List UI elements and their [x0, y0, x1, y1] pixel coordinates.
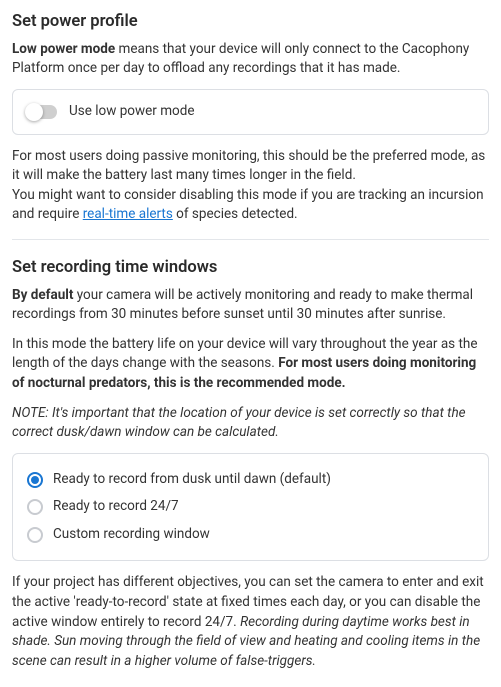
recording-desc-2: In this mode the battery life on your de… [12, 335, 489, 394]
recording-windows-heading: Set recording time windows [12, 256, 489, 280]
low-power-mode-term: Low power mode [12, 41, 115, 57]
recording-option-label: Custom recording window [53, 525, 210, 545]
recording-after-note: If your project has different objectives… [12, 573, 489, 671]
power-note-1: For most users doing passive monitoring,… [12, 147, 489, 186]
recording-option-custom[interactable]: Custom recording window [27, 521, 474, 549]
section-divider [12, 239, 489, 240]
recording-location-note-text: NOTE: It's important that the location o… [12, 405, 466, 441]
recording-option-label: Ready to record 24/7 [53, 497, 179, 517]
power-note-2b: of species detected. [173, 206, 298, 222]
low-power-toggle-label: Use low power mode [69, 102, 195, 122]
recording-option-dusk-dawn[interactable]: Ready to record from dusk until dawn (de… [27, 466, 474, 494]
power-profile-description: Low power mode means that your device wi… [12, 40, 489, 79]
power-profile-notes: For most users doing passive monitoring,… [12, 147, 489, 225]
power-profile-section: Set power profile Low power mode means t… [12, 10, 489, 225]
recording-windows-section: Set recording time windows By default yo… [12, 256, 489, 671]
recording-location-note: NOTE: It's important that the location o… [12, 404, 489, 443]
recording-option-247[interactable]: Ready to record 24/7 [27, 493, 474, 521]
real-time-alerts-link[interactable]: real-time alerts [83, 206, 173, 222]
radio-icon [27, 527, 43, 543]
power-toggle-card: Use low power mode [12, 89, 489, 135]
radio-icon [27, 499, 43, 515]
low-power-toggle[interactable] [27, 105, 57, 119]
recording-options-card: Ready to record from dusk until dawn (de… [12, 453, 489, 562]
toggle-knob [25, 103, 43, 121]
recording-desc-1: By default your camera will be actively … [12, 286, 489, 325]
power-profile-heading: Set power profile [12, 10, 489, 34]
power-note-2: You might want to consider disabling thi… [12, 186, 489, 225]
by-default-term: By default [12, 287, 73, 303]
recording-desc-1-rest: your camera will be actively monitoring … [12, 287, 473, 323]
low-power-toggle-row[interactable]: Use low power mode [27, 102, 474, 122]
recording-option-label: Ready to record from dusk until dawn (de… [53, 470, 331, 490]
radio-icon [27, 472, 43, 488]
